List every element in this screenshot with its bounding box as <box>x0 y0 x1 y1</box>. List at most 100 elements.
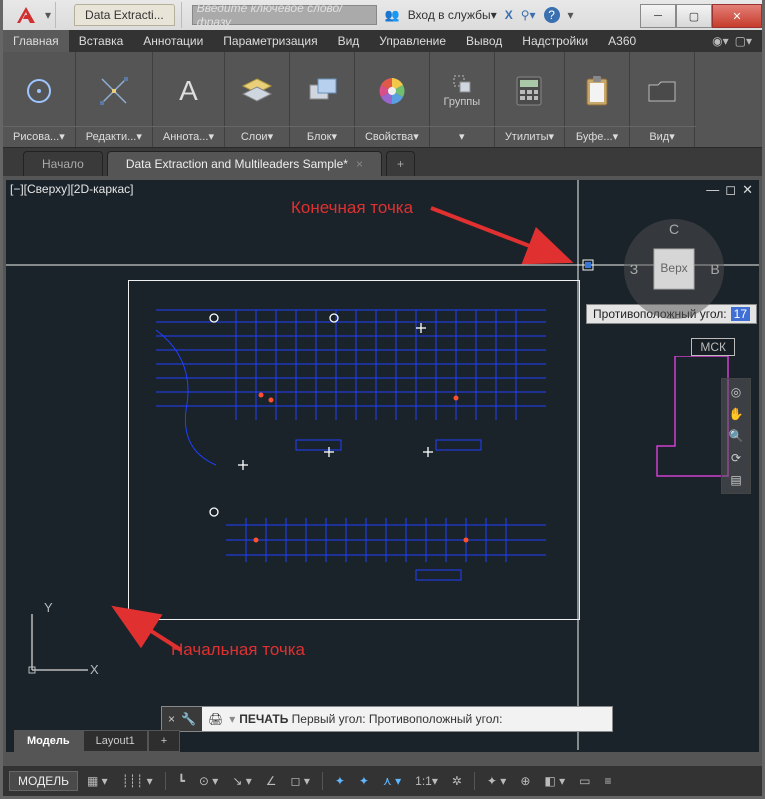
panel-clipboard: Буфе...▾ <box>565 52 630 147</box>
panel-annotation: A Аннота...▾ <box>153 52 225 147</box>
hardware-accel-toggle[interactable]: ⊕ <box>515 771 535 791</box>
document-title-tab[interactable]: Data Extracti... <box>74 4 175 26</box>
panel-view-label[interactable]: Вид▾ <box>628 126 696 145</box>
text-button[interactable]: A <box>160 61 216 121</box>
menu-annotate[interactable]: Аннотации <box>133 30 213 52</box>
orbit-icon[interactable]: ⟳ <box>731 451 741 465</box>
annotation-visibility-toggle[interactable]: ✲ <box>447 771 467 791</box>
group-icon[interactable] <box>452 74 472 94</box>
maximize-button[interactable]: ▢ <box>676 4 712 28</box>
viewcube-face: Верх <box>660 261 687 275</box>
panel-groups-label: Группы <box>443 96 480 108</box>
coordinate-system-label[interactable]: МСК <box>691 338 735 356</box>
drawing-canvas[interactable]: [−][Сверху][2D-каркас] — ◻ ✕ <box>6 180 759 752</box>
ribbon: Рисова...▾ Редакти...▾ A Аннота...▾ Слои… <box>3 52 762 148</box>
colorwheel-icon <box>376 75 408 107</box>
panel-utilities-label[interactable]: Утилиты▾ <box>493 126 566 145</box>
start-tab[interactable]: Начало <box>23 151 103 176</box>
panel-modify-label[interactable]: Редакти...▾ <box>74 126 154 145</box>
close-button[interactable]: ✕ <box>712 4 762 28</box>
menu-manage[interactable]: Управление <box>369 30 456 52</box>
workspace-switching[interactable]: ✦ ▾ <box>482 771 511 791</box>
polar-toggle[interactable]: ⊙ ▾ <box>194 771 223 791</box>
cmd-prompt: Первый угол: Противоположный угол: <box>292 712 503 726</box>
panel-properties-label[interactable]: Свойства▾ <box>353 126 431 145</box>
menu-parametric[interactable]: Параметризация <box>213 30 327 52</box>
exchange-icon[interactable]: X <box>505 8 513 22</box>
panel-block-label[interactable]: Блок▾ <box>288 126 356 145</box>
qat-dropdown-icon[interactable]: ▾ <box>45 8 51 22</box>
app-logo[interactable] <box>9 2 43 28</box>
annotation-end-point: Конечная точка <box>291 198 413 218</box>
cmd-config-icon[interactable]: 🔧 <box>181 712 196 726</box>
clipboard-icon <box>581 75 613 107</box>
panel-utilities: Утилиты▾ <box>495 52 565 147</box>
ucs-icon: Y X <box>20 602 100 682</box>
annotation-scale[interactable]: 1:1 ▾ <box>410 771 443 791</box>
properties-button[interactable] <box>364 61 420 121</box>
help-icon[interactable]: ? <box>544 7 560 23</box>
block-button[interactable] <box>294 61 350 121</box>
view-button[interactable] <box>634 61 690 121</box>
customization-button[interactable]: ≡ <box>599 771 616 791</box>
arrow-end <box>426 198 586 278</box>
document-tab[interactable]: Data Extraction and Multileaders Sample*… <box>107 151 382 176</box>
pan-icon[interactable]: ✋ <box>729 407 744 421</box>
osnap-toggle[interactable]: ∠ <box>261 771 282 791</box>
panel-view: Вид▾ <box>630 52 695 147</box>
search-input[interactable]: Введите ключевое слово/фразу <box>192 5 377 25</box>
draw-circle-button[interactable] <box>11 61 67 121</box>
isodraft-toggle[interactable]: ↘ ▾ <box>227 771 256 791</box>
svg-text:X: X <box>90 662 99 677</box>
status-model[interactable]: МОДЕЛЬ <box>9 771 78 791</box>
login-link[interactable]: Вход в службы ▾ <box>408 8 497 22</box>
panel-draw-label[interactable]: Рисова...▾ <box>1 126 77 145</box>
svg-text:В: В <box>710 261 719 277</box>
svg-text:З: З <box>630 261 638 277</box>
steering-wheel-icon[interactable]: ◎ <box>731 385 741 399</box>
panel-groups: Группы ▾ <box>430 52 495 147</box>
people-icon[interactable]: 👥 <box>385 8 400 22</box>
grid-toggle[interactable]: ▦ ▾ <box>82 771 113 791</box>
clipboard-button[interactable] <box>569 61 625 121</box>
panel-draw: Рисова...▾ <box>3 52 76 147</box>
selection-cycling-toggle[interactable]: ⋏ ▾ <box>378 771 406 791</box>
menu-insert[interactable]: Вставка <box>69 30 134 52</box>
showmotion-icon[interactable]: ▤ <box>730 473 741 487</box>
lineweight-toggle[interactable]: ✦ <box>330 771 350 791</box>
add-layout-tab[interactable]: + <box>148 730 180 752</box>
share-icon[interactable]: ⚲▾ <box>521 8 536 22</box>
cmd-close-icon[interactable]: × <box>168 712 175 726</box>
minimize-button[interactable]: ─ <box>640 4 676 28</box>
menu-home[interactable]: Главная <box>3 30 69 52</box>
panel-annotation-label[interactable]: Аннота...▾ <box>151 126 226 145</box>
layers-button[interactable] <box>229 61 285 121</box>
menu-a360[interactable]: A360 <box>598 30 646 52</box>
snap-toggle[interactable]: ┊┊┊ ▾ <box>117 771 158 791</box>
close-tab-icon[interactable]: × <box>356 157 363 171</box>
utilities-button[interactable] <box>501 61 557 121</box>
new-tab-button[interactable]: + <box>386 151 415 176</box>
modify-move-button[interactable] <box>86 61 142 121</box>
command-line[interactable]: × 🔧 🖨 ▾ ПЕЧАТЬ Первый угол: Противополож… <box>161 706 613 732</box>
circle-icon <box>23 75 55 107</box>
transparency-toggle[interactable]: ✦ <box>354 771 374 791</box>
ribbon-minimize-icon[interactable]: ▢▾ <box>735 34 752 48</box>
model-tab[interactable]: Модель <box>14 730 83 752</box>
otrack-toggle[interactable]: ◻ ▾ <box>286 771 315 791</box>
panel-groups-expand[interactable]: ▾ <box>428 126 496 145</box>
isolate-objects[interactable]: ◧ ▾ <box>539 771 570 791</box>
layout1-tab[interactable]: Layout1 <box>83 730 148 752</box>
clean-screen-toggle[interactable]: ▭ <box>574 771 595 791</box>
zoom-extents-icon[interactable]: 🔍 <box>729 429 744 443</box>
menu-output[interactable]: Вывод <box>456 30 512 52</box>
panel-clipboard-label[interactable]: Буфе...▾ <box>563 126 631 145</box>
panel-modify: Редакти...▾ <box>76 52 153 147</box>
panel-layers-label[interactable]: Слои▾ <box>223 126 291 145</box>
menu-view[interactable]: Вид <box>328 30 370 52</box>
ortho-toggle[interactable]: ┗ <box>173 771 190 791</box>
featured-apps-icon[interactable]: ◉▾ <box>712 34 729 48</box>
menu-addins[interactable]: Надстройки <box>512 30 598 52</box>
cmd-command: ПЕЧАТЬ <box>239 712 288 726</box>
viewcube[interactable]: Верх С В З <box>619 214 729 324</box>
